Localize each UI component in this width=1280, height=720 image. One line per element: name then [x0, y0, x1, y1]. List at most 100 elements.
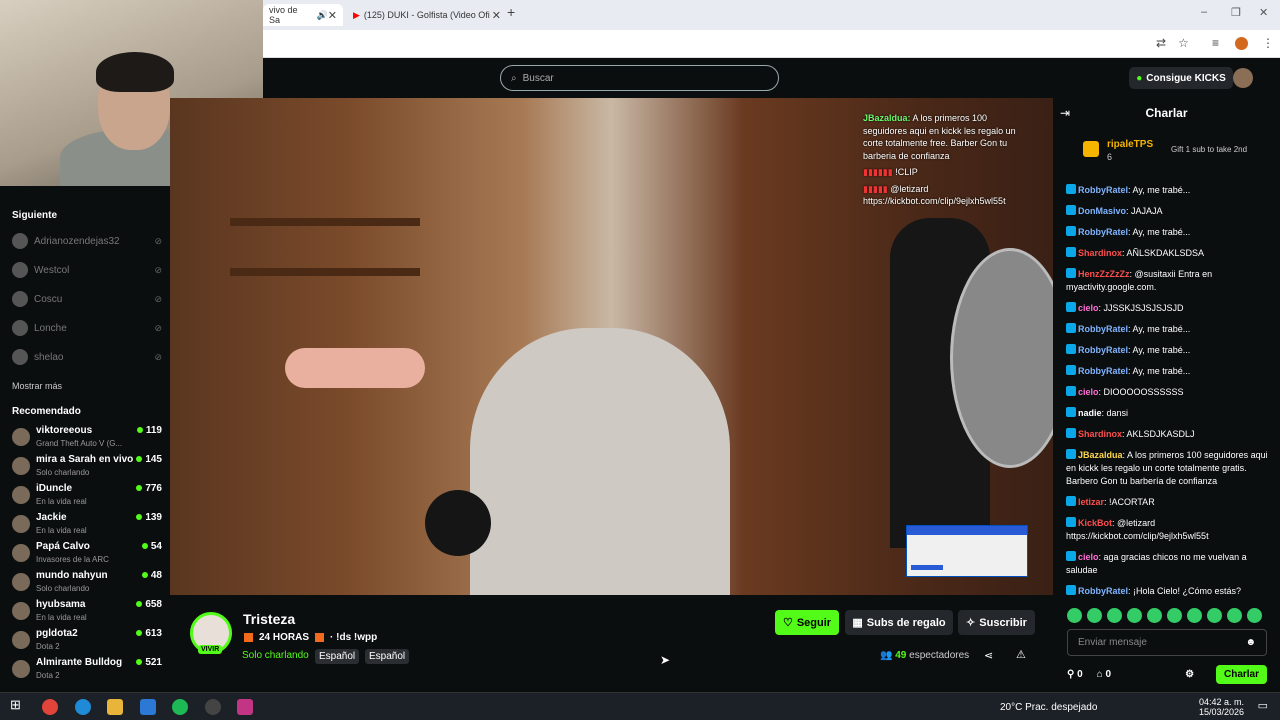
instagram-icon[interactable]: [237, 699, 253, 715]
emote-icon[interactable]: [1247, 608, 1262, 623]
report-icon[interactable]: ⚠: [1016, 648, 1026, 661]
chat-username[interactable]: JBazaldua: [1078, 450, 1123, 460]
sidebar-item-recommended[interactable]: Almirante Bulldog Dota 2 521: [12, 656, 162, 684]
overlay-user: ▮▮▮▮▮: [863, 183, 888, 194]
chat-username[interactable]: KickBot: [1078, 518, 1112, 528]
emote-icon[interactable]: [1087, 608, 1102, 623]
category-link[interactable]: Solo charlando: [242, 650, 309, 661]
points-icon[interactable]: ⚲ 0: [1067, 669, 1083, 680]
follow-button[interactable]: ♡ Seguir: [775, 610, 839, 635]
chat-message: RobbyRatel: Ay, me trabé...: [1066, 344, 1272, 357]
channel-category: En la vida real: [36, 497, 87, 506]
sidebar-item-following[interactable]: Adrianozendejas32 ⊘: [12, 230, 162, 252]
emote-icon[interactable]: [1207, 608, 1222, 623]
channel-name: pgldota2: [36, 628, 78, 639]
spotify-icon[interactable]: [172, 699, 188, 715]
chat-username[interactable]: cielo: [1078, 552, 1099, 562]
search-input[interactable]: ⌕ Buscar: [500, 65, 779, 91]
emoji-icon[interactable]: ☻: [1245, 637, 1256, 648]
system-clock[interactable]: 04:42 a. m. 15/03/2026: [1199, 697, 1244, 717]
emote-icon[interactable]: [1147, 608, 1162, 623]
sidebar-item-recommended[interactable]: viktoreeous Grand Theft Auto V (G... 119: [12, 424, 162, 452]
plus-icon[interactable]: +: [507, 4, 515, 20]
edge-icon[interactable]: [75, 699, 91, 715]
outlook-icon[interactable]: [140, 699, 156, 715]
microphone: [425, 490, 491, 556]
chat-input[interactable]: Enviar mensaje ☻: [1067, 629, 1267, 656]
sidebar-item-following[interactable]: shelao ⊘: [12, 346, 162, 368]
emote-icon[interactable]: [1187, 608, 1202, 623]
speaker-icon[interactable]: 🔊: [317, 10, 328, 21]
gift-subs-button[interactable]: ▦ Subs de regalo: [845, 610, 953, 635]
minimize-icon[interactable]: –: [1201, 6, 1207, 18]
sidebar-item-following[interactable]: Westcol ⊘: [12, 259, 162, 281]
chat-username[interactable]: letizar: [1078, 497, 1104, 507]
close-icon[interactable]: ✕: [492, 9, 501, 22]
sidebar-item-recommended[interactable]: iDuncle En la vida real 776: [12, 482, 162, 510]
star-icon[interactable]: ☆: [1178, 36, 1189, 50]
sidebar-item-recommended[interactable]: hyubsama En la vida real 658: [12, 598, 162, 626]
chat-username[interactable]: HenzZzZzZz: [1078, 269, 1130, 279]
chat-message: KickBot: @letizard https://kickbot.com/c…: [1066, 517, 1272, 543]
chat-username[interactable]: DonMasivo: [1078, 206, 1126, 216]
translate-icon[interactable]: ⇄: [1156, 36, 1166, 50]
maximize-icon[interactable]: ❐: [1231, 6, 1241, 19]
chrome-icon[interactable]: [42, 699, 58, 715]
weather-widget[interactable]: 20°C Prac. despejado: [1000, 702, 1097, 713]
file-explorer-icon[interactable]: [107, 699, 123, 715]
emote-icon[interactable]: [1067, 608, 1082, 623]
store-icon[interactable]: ⌂ 0: [1097, 669, 1111, 680]
language-tag[interactable]: Español: [315, 649, 360, 664]
language-tag[interactable]: Español: [365, 649, 410, 664]
recommended-heading: Recomendado: [12, 406, 81, 417]
window-close-icon[interactable]: ✕: [1259, 6, 1268, 19]
overlay-message: JBazaldua: A los primeros 100 seguidores…: [863, 112, 1033, 162]
sidebar-item-following[interactable]: Lonche ⊘: [12, 317, 162, 339]
emote-icon[interactable]: [1107, 608, 1122, 623]
chat-message: RobbyRatel: Ay, me trabé...: [1066, 184, 1272, 197]
following-heading: Siguiente: [12, 210, 58, 221]
profile-icon[interactable]: [1235, 37, 1248, 50]
chat-username[interactable]: cielo: [1078, 303, 1099, 313]
sidebar-item-recommended[interactable]: mundo nahyun Solo charlando 48: [12, 569, 162, 597]
get-kicks-button[interactable]: ● Consigue KICKS: [1129, 67, 1233, 89]
avatar: [12, 428, 30, 446]
chat-username[interactable]: RobbyRatel: [1078, 586, 1128, 596]
notification-icon[interactable]: ▭: [1258, 699, 1268, 712]
share-icon[interactable]: ⋖: [984, 649, 993, 662]
address-bar[interactable]: ⇄ ☆ ≡ ⋮: [263, 30, 1280, 58]
send-chat-button[interactable]: Charlar: [1215, 664, 1267, 684]
browser-tab-youtube[interactable]: ▶ (125) DUKI - Golfista (Video Ofi ✕: [347, 4, 507, 26]
chat-username[interactable]: nadie: [1078, 408, 1102, 418]
chat-username[interactable]: RobbyRatel: [1078, 366, 1128, 376]
chat-text: : JJSSKJSJSJSJSJD: [1098, 303, 1184, 313]
chat-username[interactable]: Shardinox: [1078, 248, 1122, 258]
subscribe-button[interactable]: ✧ Suscribir: [958, 610, 1035, 635]
settings-icon[interactable]: ⚙: [1185, 669, 1194, 680]
emote-icon[interactable]: [1127, 608, 1142, 623]
chat-username[interactable]: RobbyRatel: [1078, 227, 1128, 237]
sidebar-item-recommended[interactable]: mira a Sarah en vivo Solo charlando 145: [12, 453, 162, 481]
media-icon[interactable]: ≡: [1212, 36, 1219, 50]
close-icon[interactable]: ✕: [328, 9, 337, 22]
chat-username[interactable]: RobbyRatel: [1078, 185, 1128, 195]
emote-icon[interactable]: [1167, 608, 1182, 623]
show-more-link[interactable]: Mostrar más: [12, 381, 62, 391]
chat-username[interactable]: cielo: [1078, 387, 1099, 397]
rank-badge-icon: [1083, 141, 1099, 157]
windows-start-icon[interactable]: ⊞: [10, 697, 26, 713]
chat-username[interactable]: Shardinox: [1078, 429, 1122, 439]
browser-tab-kick[interactable]: vivo de Sa 🔊 ✕: [263, 4, 343, 26]
video-player[interactable]: JBazaldua: A los primeros 100 seguidores…: [170, 98, 1053, 595]
gift-icon: ▦: [852, 617, 863, 629]
emote-icon[interactable]: [1227, 608, 1242, 623]
avatar[interactable]: [1233, 68, 1253, 88]
menu-icon[interactable]: ⋮: [1262, 36, 1274, 50]
sidebar-item-recommended[interactable]: Papá Calvo Invasores de la ARC 54: [12, 540, 162, 568]
sidebar-item-following[interactable]: Coscu ⊘: [12, 288, 162, 310]
sidebar-item-recommended[interactable]: Jackie En la vida real 139: [12, 511, 162, 539]
sidebar-item-recommended[interactable]: pgldota2 Dota 2 613: [12, 627, 162, 655]
obs-icon[interactable]: [205, 699, 221, 715]
chat-username[interactable]: RobbyRatel: [1078, 324, 1128, 334]
chat-username[interactable]: RobbyRatel: [1078, 345, 1128, 355]
